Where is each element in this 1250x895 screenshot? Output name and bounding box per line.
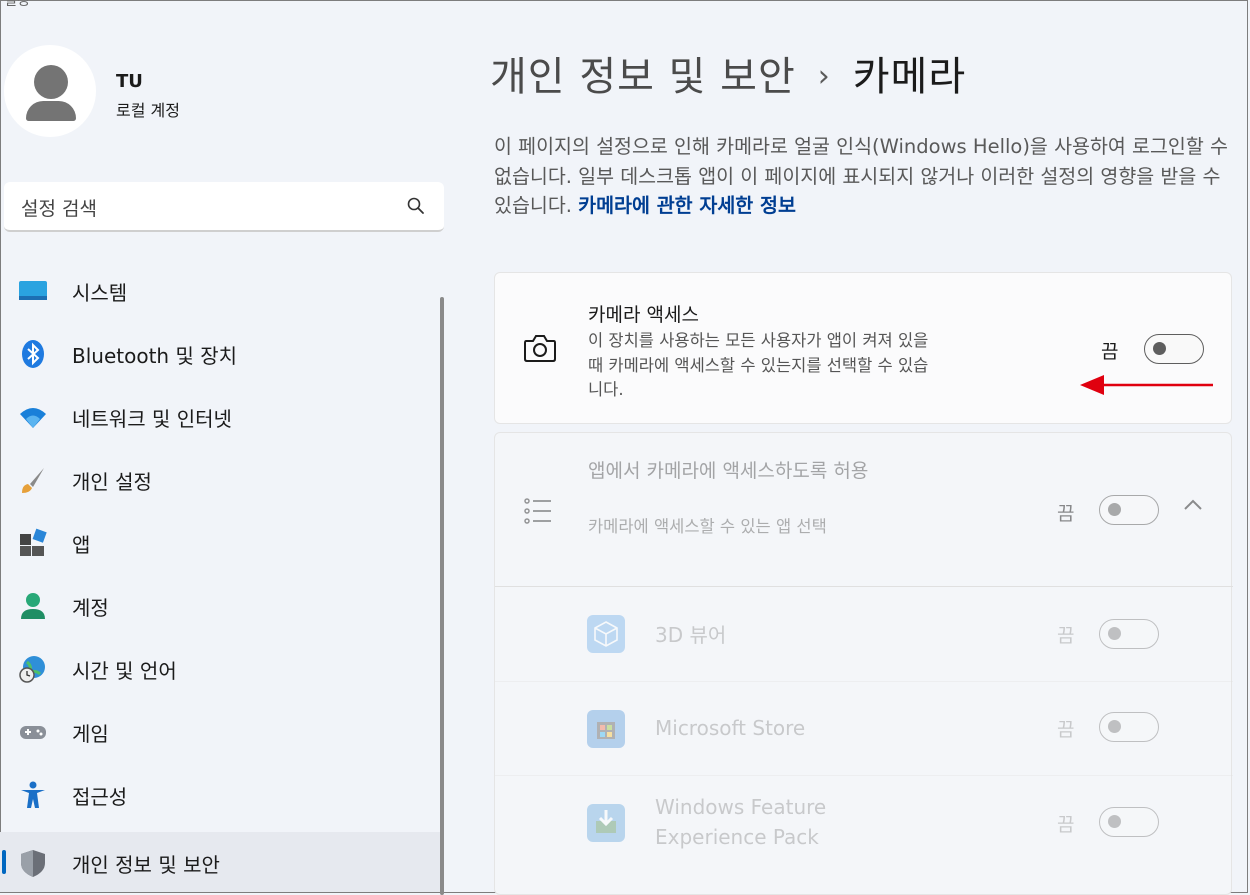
camera-info-link[interactable]: 카메라에 관한 자세한 정보 (578, 194, 796, 217)
app-toggle[interactable] (1099, 807, 1159, 837)
wifi-icon (20, 408, 46, 428)
selection-indicator (2, 850, 6, 874)
app-name: Microsoft Store (655, 716, 806, 740)
globe-clock-icon (19, 656, 45, 683)
app-state-label: 끔 (1057, 814, 1075, 836)
profile-name: TU (116, 71, 143, 92)
sidebar-item-network[interactable]: 네트워크 및 인터넷 (0, 386, 442, 446)
camera-access-title: 카메라 액세스 (588, 304, 699, 326)
search-icon[interactable] (406, 196, 426, 216)
gamepad-icon (20, 726, 46, 739)
camera-access-card: 카메라 액세스 이 장치를 사용하는 모든 사용자가 앱이 켜져 있을 때 카메… (494, 272, 1232, 424)
app-row-microsoft-store: Microsoft Store 끔 (495, 682, 1233, 776)
search-box[interactable]: 설정 검색 (4, 182, 444, 232)
sidebar-item-label: 앱 (72, 533, 91, 557)
sidebar-item-label: 접근성 (72, 785, 128, 809)
list-icon (524, 498, 551, 524)
sidebar-item-label: 계정 (72, 596, 109, 620)
sidebar-item-label: 시스템 (72, 281, 128, 305)
sidebar-item-label: 게임 (72, 722, 109, 746)
cube-icon (587, 615, 625, 653)
sidebar-item-apps[interactable]: 앱 (0, 512, 442, 572)
sidebar-item-gaming[interactable]: 게임 (0, 701, 442, 761)
sidebar-item-label: 개인 설정 (72, 470, 152, 494)
page-description: 이 페이지의 설정으로 인해 카메라로 얼굴 인식(Windows Hello)… (494, 132, 1234, 221)
app-access-title: 앱에서 카메라에 액세스하도록 허용 (588, 460, 869, 482)
camera-icon (524, 335, 556, 362)
page-title: 카메라 (852, 54, 967, 100)
sidebar-item-system[interactable]: 시스템 (0, 260, 442, 320)
profile-account-type: 로컬 계정 (116, 101, 180, 120)
sidebar-item-label: 개인 정보 및 보안 (72, 853, 220, 877)
camera-access-subtitle: 이 장치를 사용하는 모든 사용자가 앱이 켜져 있을 때 카메라에 액세스할 … (588, 331, 929, 399)
sidebar-item-personalization[interactable]: 개인 설정 (0, 449, 442, 509)
system-icon (19, 281, 47, 300)
download-box-icon (587, 804, 625, 842)
sidebar-item-bluetooth[interactable]: Bluetooth 및 장치 (0, 323, 442, 383)
breadcrumb: 개인 정보 및 보안 › 카메라 (490, 44, 966, 102)
camera-access-state-label: 끔 (1101, 341, 1119, 363)
app-row-3d-viewer: 3D 뷰어 끔 (495, 587, 1233, 681)
bluetooth-icon (22, 340, 44, 368)
accessibility-icon (21, 781, 45, 808)
sidebar-item-label: Bluetooth 및 장치 (72, 344, 238, 368)
sidebar-item-time-language[interactable]: 시간 및 언어 (0, 638, 442, 698)
chevron-up-icon[interactable] (1183, 497, 1203, 511)
window-title: 설정 (4, 0, 30, 9)
sidebar-item-label: 네트워크 및 인터넷 (72, 407, 232, 431)
camera-access-toggle[interactable] (1144, 334, 1204, 364)
sidebar-item-accessibility[interactable]: 접근성 (0, 764, 442, 824)
annotation-arrow (1080, 375, 1213, 395)
apps-icon (20, 528, 47, 556)
app-name: 3D 뷰어 (655, 623, 727, 647)
app-access-state-label: 끔 (1057, 503, 1075, 525)
store-icon (587, 710, 625, 748)
app-access-toggle[interactable] (1099, 495, 1159, 525)
brush-icon (22, 468, 44, 493)
sidebar-item-label: 시간 및 언어 (72, 659, 177, 683)
shield-icon (21, 850, 45, 877)
app-state-label: 끔 (1057, 625, 1075, 647)
app-access-header[interactable]: 앱에서 카메라에 액세스하도록 허용 카메라에 액세스할 수 있는 앱 선택 끔 (495, 433, 1233, 586)
breadcrumb-separator: › (817, 59, 831, 94)
avatar[interactable] (4, 45, 96, 137)
breadcrumb-parent[interactable]: 개인 정보 및 보안 (490, 54, 796, 100)
account-icon (21, 593, 45, 619)
app-name: Windows Feature Experience Pack (655, 795, 827, 849)
app-toggle[interactable] (1099, 619, 1159, 649)
app-access-card: 앱에서 카메라에 액세스하도록 허용 카메라에 액세스할 수 있는 앱 선택 끔… (494, 432, 1233, 895)
app-state-label: 끔 (1057, 719, 1075, 741)
sidebar-item-accounts[interactable]: 계정 (0, 575, 442, 635)
app-access-subtitle: 카메라에 액세스할 수 있는 앱 선택 (588, 517, 827, 536)
search-placeholder: 설정 검색 (21, 198, 97, 220)
sidebar-item-privacy-security[interactable]: 개인 정보 및 보안 (0, 832, 442, 892)
app-row-feature-experience-pack: Windows Feature Experience Pack 끔 (495, 776, 1233, 870)
sidebar-scrollbar[interactable] (440, 297, 444, 895)
app-toggle[interactable] (1099, 712, 1159, 742)
